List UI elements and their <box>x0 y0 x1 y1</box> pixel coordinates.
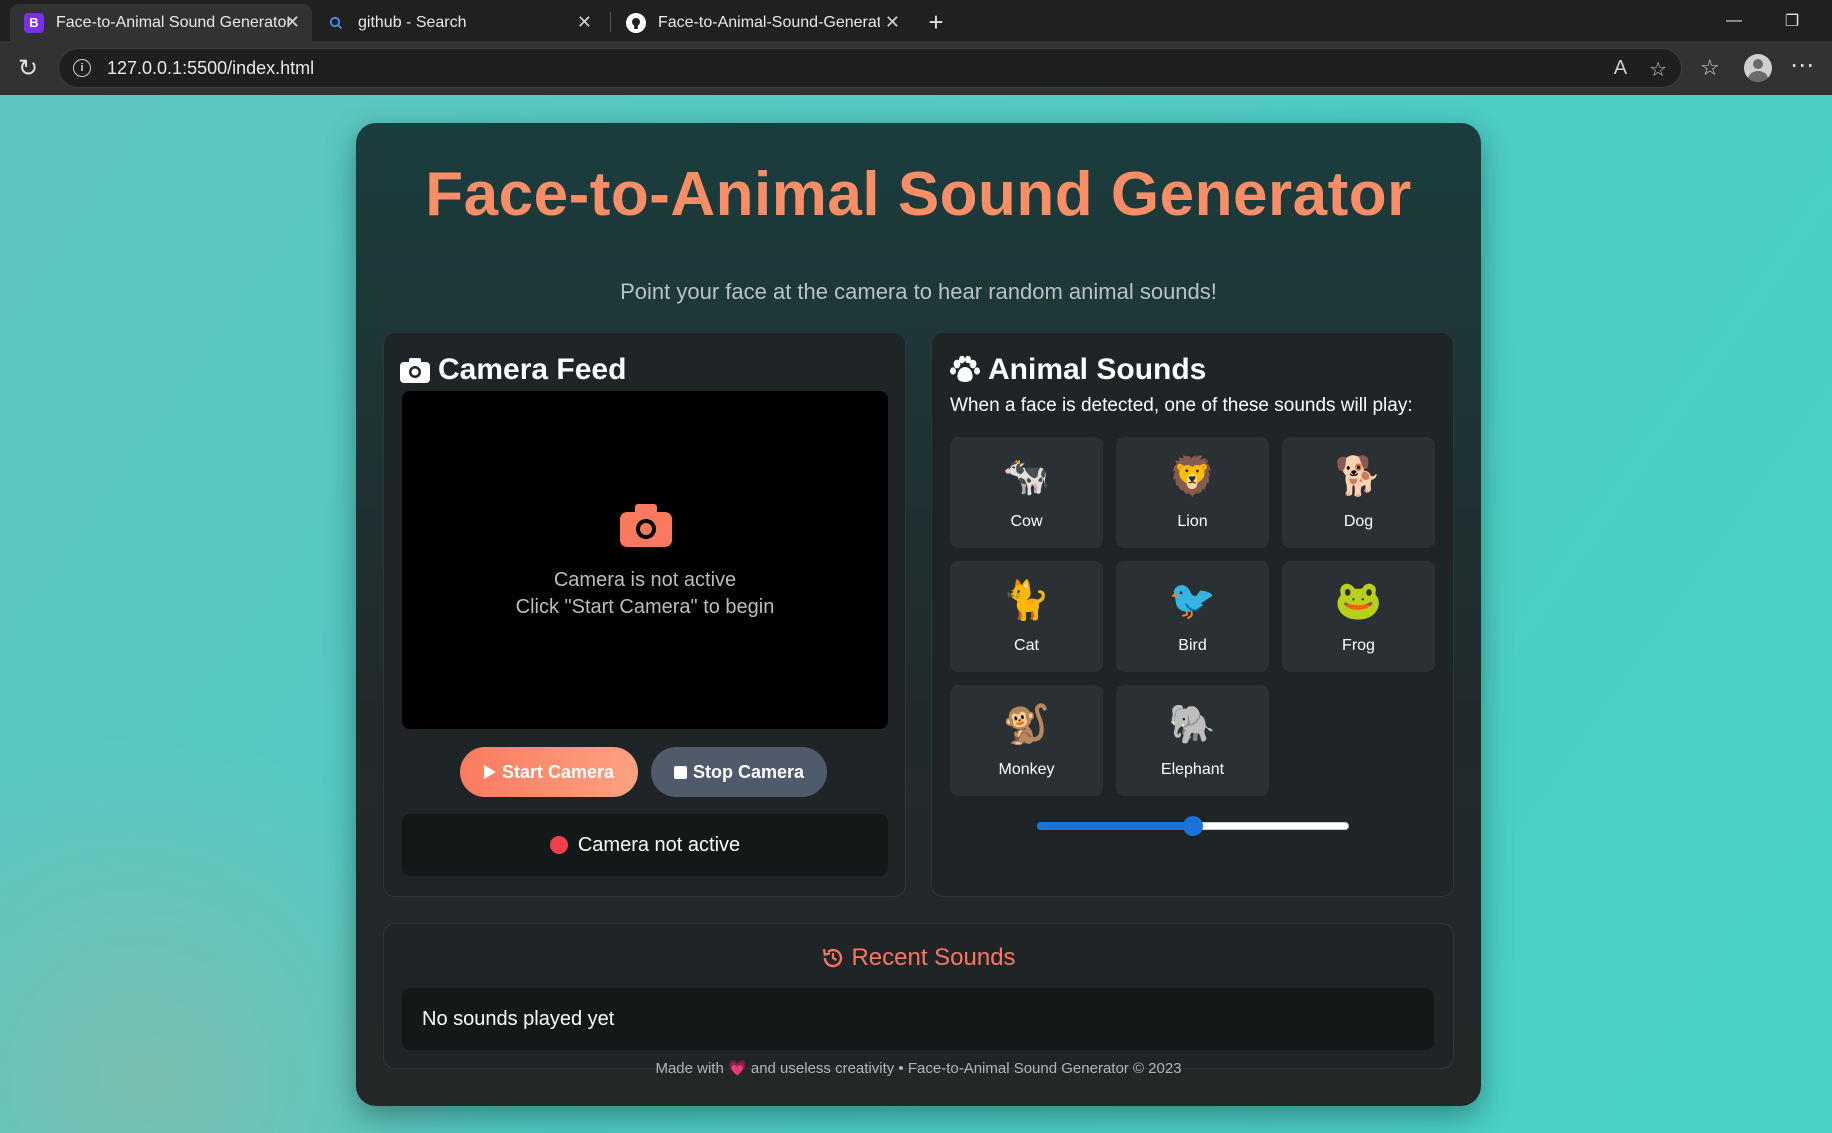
browser-toolbar: ↻ i 127.0.0.1:5500/index.html A ☆ ☆ ⋯ <box>0 41 1832 95</box>
recent-sounds-list: No sounds played yet <box>402 988 1434 1050</box>
page-subtitle: Point your face at the camera to hear ra… <box>620 279 1217 304</box>
reload-icon[interactable]: ↻ <box>14 54 42 82</box>
minimize-icon[interactable]: — <box>1708 0 1760 41</box>
tab-face-to-animal[interactable]: B Face-to-Animal Sound Generator ✕ <box>10 4 312 41</box>
animal-card-monkey[interactable]: 🐒 Monkey <box>950 685 1103 796</box>
page-footer: Made with 💗 and useless creativity • Fac… <box>655 1060 1182 1077</box>
favorites-icon[interactable]: ☆ <box>1700 55 1720 81</box>
animal-card-cat[interactable]: 🐈 Cat <box>950 561 1103 672</box>
play-icon <box>483 765 496 779</box>
read-aloud-icon[interactable]: A <box>1614 57 1627 82</box>
camera-heading: Camera Feed <box>400 353 626 387</box>
camera-video-area: Camera is not active Click "Start Camera… <box>402 391 888 729</box>
animal-sounds-panel: Animal Sounds When a face is detected, o… <box>931 332 1454 897</box>
tab-github-search[interactable]: github - Search ✕ <box>312 4 604 41</box>
tab-github-repo[interactable]: Face-to-Animal-Sound-Generator ✕ <box>612 4 912 41</box>
stop-icon <box>673 765 687 779</box>
app-card: Face-to-Animal Sound Generator Point you… <box>356 123 1481 1106</box>
close-tab-icon[interactable]: ✕ <box>885 12 900 33</box>
camera-inactive-message: Camera is not active Click "Start Camera… <box>515 569 775 618</box>
restore-icon[interactable]: ❐ <box>1766 0 1818 41</box>
tab-separator <box>610 12 611 32</box>
recent-sounds-heading: Recent Sounds <box>384 944 1453 972</box>
more-options-icon[interactable]: ⋯ <box>1790 51 1814 80</box>
animal-sounds-heading: Animal Sounds <box>950 353 1206 387</box>
page-title: Face-to-Animal Sound Generator <box>425 160 1412 229</box>
volume-slider[interactable] <box>1037 816 1349 836</box>
new-tab-button[interactable]: + <box>920 6 952 38</box>
monkey-icon: 🐒 <box>1002 704 1051 746</box>
dog-icon: 🐕 <box>1334 456 1383 498</box>
animal-card-dog[interactable]: 🐕 Dog <box>1282 437 1435 548</box>
animal-card-bird[interactable]: 🐦 Bird <box>1116 561 1269 672</box>
page-viewport: Face-to-Animal Sound Generator Point you… <box>0 95 1832 1133</box>
start-camera-button[interactable]: Start Camera <box>460 747 638 797</box>
bird-icon: 🐦 <box>1168 580 1217 622</box>
search-icon <box>326 13 346 33</box>
camera-off-icon <box>620 503 672 552</box>
favorite-star-icon[interactable]: ☆ <box>1649 57 1667 82</box>
recent-sounds-empty: No sounds played yet <box>422 1007 615 1030</box>
profile-avatar[interactable] <box>1744 54 1772 82</box>
heart-icon: 💗 <box>728 1060 747 1077</box>
browser-tab-strip: B Face-to-Animal Sound Generator ✕ githu… <box>0 0 1832 41</box>
paw-icon <box>950 356 980 384</box>
elephant-icon: 🐘 <box>1168 704 1217 746</box>
close-tab-icon[interactable]: ✕ <box>577 12 592 33</box>
history-icon <box>821 946 845 970</box>
camera-panel: Camera Feed Camera is not active Click "… <box>383 332 906 897</box>
volume-slider-thumb[interactable] <box>1183 816 1203 836</box>
close-tab-icon[interactable]: ✕ <box>285 12 300 33</box>
site-info-icon[interactable]: i <box>73 59 91 77</box>
tab-title: Face-to-Animal Sound Generator <box>56 13 292 31</box>
animal-card-elephant[interactable]: 🐘 Elephant <box>1116 685 1269 796</box>
volume-slider-fill <box>1037 822 1193 830</box>
animal-sounds-subtitle: When a face is detected, one of these so… <box>950 395 1413 416</box>
bootstrap-favicon-icon: B <box>24 12 44 33</box>
cow-icon: 🐄 <box>1002 456 1051 498</box>
animal-card-cow[interactable]: 🐄 Cow <box>950 437 1103 548</box>
url-text[interactable]: 127.0.0.1:5500/index.html <box>107 58 314 79</box>
status-indicator-dot <box>549 836 568 854</box>
stop-camera-button[interactable]: Stop Camera <box>651 747 827 797</box>
frog-icon: 🐸 <box>1334 580 1383 622</box>
tab-title: Face-to-Animal-Sound-Generator <box>658 13 880 31</box>
camera-icon <box>400 357 430 383</box>
address-bar[interactable]: i 127.0.0.1:5500/index.html A ☆ <box>58 48 1682 88</box>
animal-card-frog[interactable]: 🐸 Frog <box>1282 561 1435 672</box>
recent-sounds-panel: Recent Sounds No sounds played yet <box>383 923 1454 1069</box>
tab-title: github - Search <box>358 13 467 31</box>
lion-icon: 🦁 <box>1168 456 1217 498</box>
cat-icon: 🐈 <box>1002 580 1051 622</box>
camera-status: Camera not active <box>402 814 888 876</box>
github-icon <box>626 12 646 33</box>
animal-card-lion[interactable]: 🦁 Lion <box>1116 437 1269 548</box>
